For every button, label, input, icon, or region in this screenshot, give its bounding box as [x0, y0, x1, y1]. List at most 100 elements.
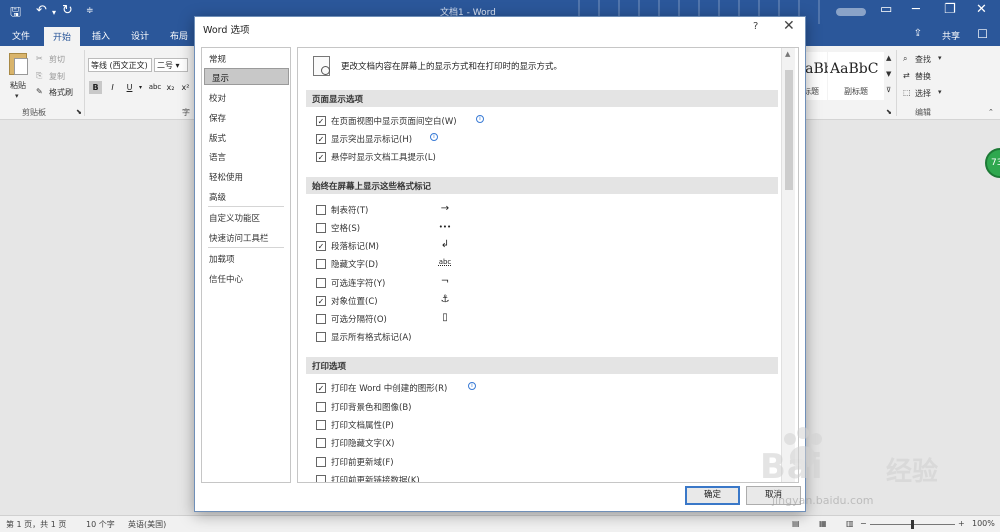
- style-subtitle[interactable]: AaBbC 副标题: [828, 52, 884, 100]
- restore-icon[interactable]: ❐: [944, 2, 956, 17]
- group-divider: [896, 50, 897, 116]
- nav-item-label: 保存: [209, 114, 227, 124]
- paste-icon[interactable]: [9, 53, 28, 75]
- styles-launcher-icon[interactable]: ⬊: [886, 108, 892, 116]
- checkbox[interactable]: [316, 438, 326, 448]
- find-button[interactable]: 查找: [915, 54, 931, 65]
- option-label: 空格(S): [331, 224, 361, 234]
- select-icon: ⬚: [903, 88, 911, 97]
- options-scrollbar[interactable]: ▲: [781, 48, 795, 482]
- status-page[interactable]: 第 1 页，共 1 页: [6, 519, 66, 530]
- info-icon[interactable]: i: [468, 382, 476, 390]
- strikethrough-button[interactable]: abc: [147, 81, 163, 94]
- nav-item-language[interactable]: 语言: [202, 148, 290, 165]
- nav-item-advanced[interactable]: 高级: [202, 188, 290, 205]
- user-account[interactable]: [836, 8, 866, 16]
- underline-dropdown-icon[interactable]: ▾: [134, 81, 147, 94]
- help-button[interactable]: ?: [753, 21, 758, 32]
- font-name-combo[interactable]: 等线 (西文正文): [88, 58, 152, 72]
- checkbox[interactable]: [316, 278, 326, 288]
- share-icon[interactable]: ⇪: [914, 28, 922, 39]
- font-name-value: 等线 (西文正文): [91, 61, 148, 70]
- select-button[interactable]: 选择: [915, 88, 931, 99]
- comment-icon[interactable]: ☐: [977, 27, 988, 41]
- nav-item-proofing[interactable]: 校对: [202, 89, 290, 106]
- minimize-icon[interactable]: ─: [912, 2, 920, 17]
- ok-button[interactable]: 确定: [685, 486, 740, 505]
- copy-button[interactable]: 复制: [49, 71, 65, 82]
- font-size-combo[interactable]: 二号 ▾: [154, 58, 188, 72]
- checkbox[interactable]: ✓: [316, 296, 326, 306]
- scrollbar-thumb[interactable]: [785, 70, 793, 190]
- checkbox[interactable]: [316, 332, 326, 342]
- find-dropdown-icon[interactable]: ▾: [938, 54, 942, 62]
- nav-item-label: 自定义功能区: [209, 214, 261, 224]
- checkbox[interactable]: [316, 420, 326, 430]
- floating-badge-value: 73: [991, 158, 1000, 168]
- nav-item-typography[interactable]: 版式: [202, 129, 290, 146]
- info-icon[interactable]: i: [430, 133, 438, 141]
- checkbox[interactable]: [316, 259, 326, 269]
- share-button[interactable]: 共享: [942, 29, 960, 42]
- checkbox[interactable]: [316, 457, 326, 467]
- scroll-up-icon[interactable]: ▲: [785, 50, 790, 58]
- nav-item-save[interactable]: 保存: [202, 109, 290, 126]
- checkbox[interactable]: [316, 205, 326, 215]
- close-window-icon[interactable]: ✕: [976, 2, 987, 17]
- clipboard-launcher-icon[interactable]: ⬊: [76, 108, 82, 116]
- nav-item-general[interactable]: 常规: [202, 50, 290, 67]
- styles-more-icon[interactable]: ⊽: [886, 86, 891, 94]
- styles-scroll-up-icon[interactable]: ▲: [886, 54, 891, 62]
- checkbox[interactable]: [316, 475, 326, 482]
- info-icon[interactable]: i: [476, 115, 484, 123]
- subscript-button[interactable]: x₂: [164, 81, 177, 94]
- checkbox[interactable]: ✓: [316, 152, 326, 162]
- tab-design[interactable]: 设计: [131, 29, 149, 42]
- undo-icon[interactable]: ↶: [36, 3, 47, 18]
- checkbox[interactable]: [316, 402, 326, 412]
- option-label: 隐藏文字(D): [331, 260, 379, 270]
- checkbox[interactable]: ✓: [316, 241, 326, 251]
- undo-dropdown-icon[interactable]: ▾: [52, 8, 56, 17]
- cut-button[interactable]: 剪切: [49, 54, 65, 65]
- select-dropdown-icon[interactable]: ▾: [938, 88, 942, 96]
- nav-item-display[interactable]: 显示: [204, 68, 289, 85]
- bold-button[interactable]: B: [89, 81, 102, 94]
- customize-qat-icon[interactable]: ≑: [86, 6, 94, 16]
- superscript-button[interactable]: x²: [179, 81, 192, 94]
- close-dialog-icon[interactable]: ✕: [783, 18, 795, 34]
- tab-layout[interactable]: 布局: [170, 29, 188, 42]
- nav-item-trust-center[interactable]: 信任中心: [202, 270, 290, 287]
- checkbox[interactable]: [316, 314, 326, 324]
- replace-button[interactable]: 替换: [915, 71, 931, 82]
- ribbon-display-options-icon[interactable]: ▭: [880, 2, 892, 17]
- checkbox[interactable]: ✓: [316, 116, 326, 126]
- italic-button[interactable]: I: [106, 81, 119, 94]
- tab-file[interactable]: 文件: [12, 29, 30, 42]
- nav-item-label: 轻松使用: [209, 173, 244, 183]
- tab-insert[interactable]: 插入: [92, 29, 110, 42]
- tab-home[interactable]: 开始: [44, 27, 81, 46]
- collapse-ribbon-icon[interactable]: ⌃: [988, 108, 994, 116]
- nav-item-customize-ribbon[interactable]: 自定义功能区: [202, 209, 290, 226]
- format-painter-button[interactable]: 格式刷: [49, 87, 73, 98]
- status-language[interactable]: 英语(美国): [128, 519, 166, 530]
- nav-item-label: 加载项: [209, 255, 235, 265]
- checkbox[interactable]: ✓: [316, 134, 326, 144]
- nav-item-label: 显示: [212, 74, 230, 84]
- checkbox[interactable]: [316, 223, 326, 233]
- nav-item-quick-access-toolbar[interactable]: 快速访问工具栏: [202, 229, 290, 246]
- styles-scroll-down-icon[interactable]: ▼: [886, 70, 891, 78]
- nav-item-add-ins[interactable]: 加载项: [202, 250, 290, 267]
- display-preview-icon: [313, 56, 330, 76]
- nav-item-ease-of-access[interactable]: 轻松使用: [202, 168, 290, 185]
- space-mark-icon: •••: [438, 223, 452, 231]
- checkbox[interactable]: ✓: [316, 383, 326, 393]
- paste-dropdown-icon[interactable]: ▾: [15, 92, 19, 100]
- status-word-count[interactable]: 10 个字: [86, 519, 115, 530]
- save-icon[interactable]: 🖫: [10, 3, 21, 25]
- clipboard-group-label: 剪贴板: [22, 108, 46, 117]
- option-label: 打印背景色和图像(B): [331, 403, 412, 413]
- redo-icon[interactable]: ↻: [62, 3, 73, 18]
- paste-button[interactable]: 粘贴: [10, 80, 26, 91]
